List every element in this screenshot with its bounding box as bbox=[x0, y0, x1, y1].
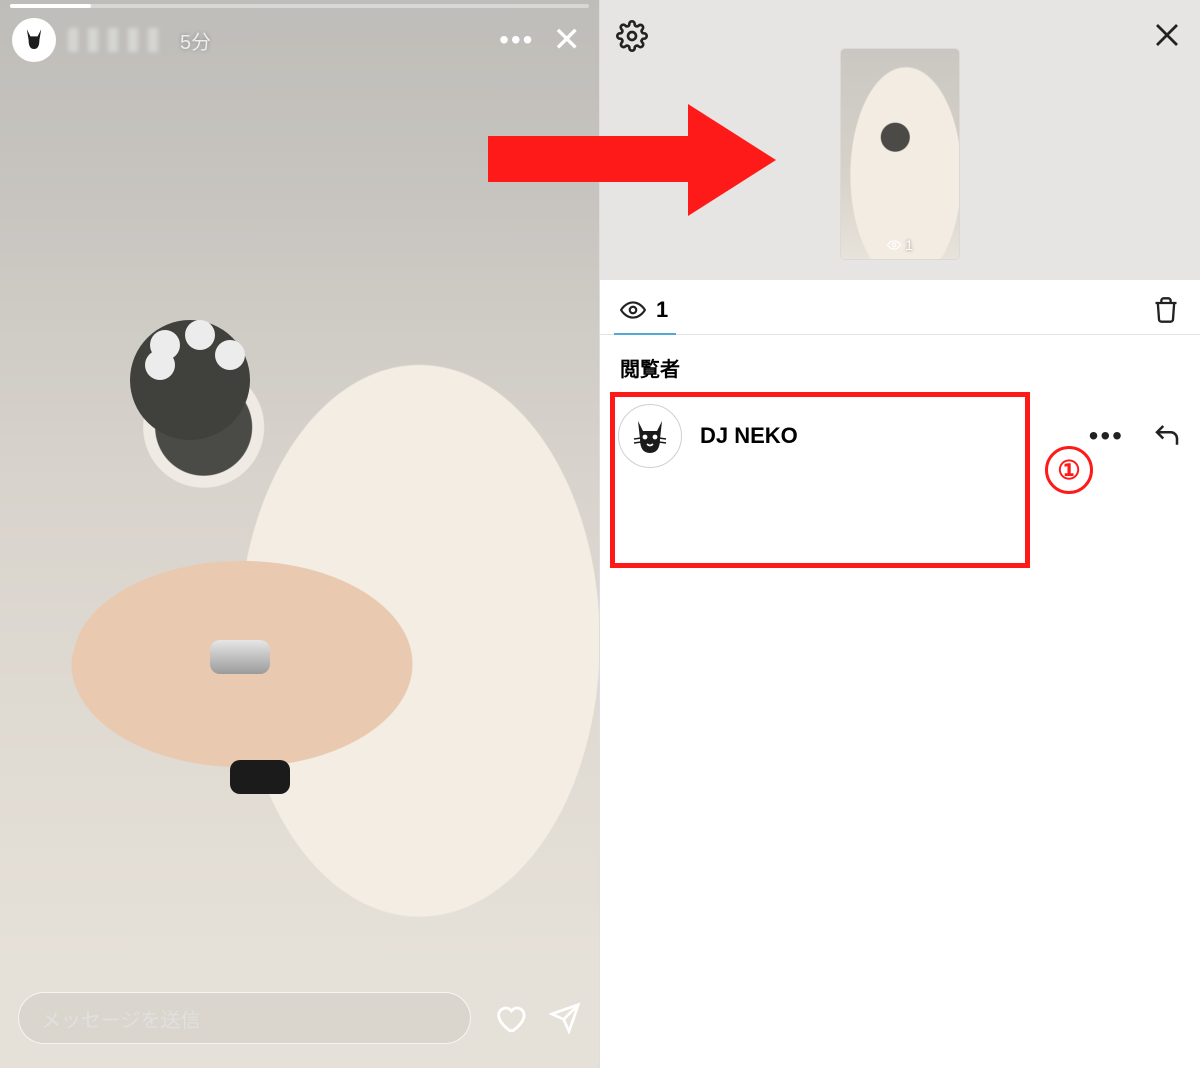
story-progress-fill bbox=[10, 4, 91, 8]
viewer-name: DJ NEKO bbox=[700, 423, 798, 449]
message-input[interactable]: メッセージを送信 bbox=[18, 992, 471, 1044]
reply-arrow-icon[interactable] bbox=[1152, 421, 1182, 451]
viewers-section: 閲覧者 DJ NEKO ••• bbox=[600, 335, 1200, 490]
story-view: 5分 ••• ✕ メッセージを送信 bbox=[0, 0, 600, 1068]
settings-gear-icon[interactable] bbox=[616, 20, 648, 52]
story-footer: メッセージを送信 bbox=[18, 992, 581, 1044]
viewers-top-bar: 1 bbox=[600, 0, 1200, 280]
thumbnail-view-count: 1 bbox=[841, 237, 959, 253]
author-avatar[interactable] bbox=[12, 18, 56, 62]
view-count-row: 1 bbox=[600, 280, 1200, 335]
close-icon[interactable] bbox=[1152, 20, 1182, 50]
view-count: 1 bbox=[656, 297, 668, 323]
story-time: 5分 bbox=[180, 26, 211, 55]
viewer-row[interactable]: DJ NEKO ••• bbox=[618, 396, 1182, 476]
story-header: 5分 ••• ✕ bbox=[12, 18, 587, 62]
delete-trash-icon[interactable] bbox=[1152, 296, 1180, 324]
story-image-detail bbox=[130, 320, 250, 440]
story-image bbox=[0, 0, 599, 1068]
more-options-icon[interactable]: ••• bbox=[499, 24, 534, 56]
viewers-title: 閲覧者 bbox=[620, 353, 1180, 382]
story-image-detail bbox=[230, 760, 290, 794]
message-placeholder: メッセージを送信 bbox=[41, 1004, 201, 1033]
viewer-avatar[interactable] bbox=[618, 404, 682, 468]
share-plane-icon[interactable] bbox=[549, 1002, 581, 1034]
eye-icon bbox=[620, 297, 646, 323]
author-username-redacted bbox=[68, 28, 168, 52]
viewers-panel: 1 1 閲覧者 bbox=[600, 0, 1200, 1068]
story-image-detail bbox=[210, 640, 270, 674]
story-progress-track bbox=[10, 4, 589, 8]
story-thumbnail[interactable]: 1 bbox=[841, 49, 959, 259]
close-icon[interactable]: ✕ bbox=[547, 23, 588, 57]
like-heart-icon[interactable] bbox=[493, 1001, 527, 1035]
